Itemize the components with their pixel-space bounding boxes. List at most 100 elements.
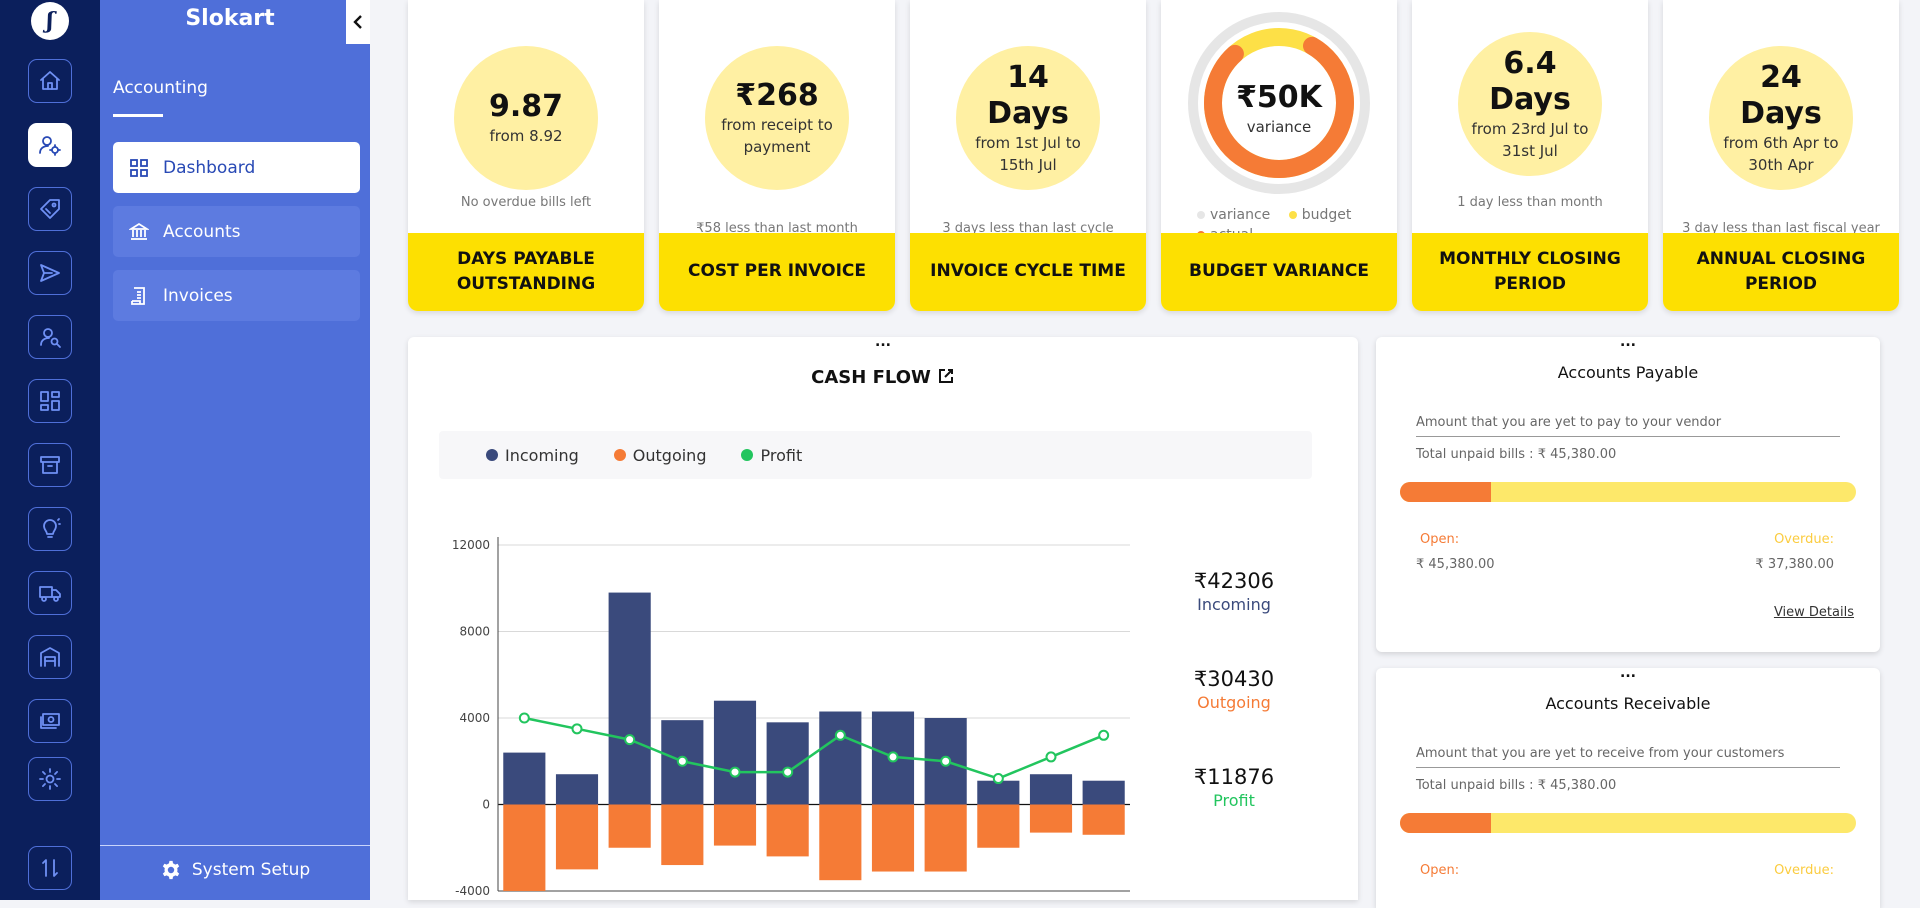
total-label: Profit	[1213, 791, 1255, 810]
kpi-value: 6.4 Days	[1489, 45, 1571, 117]
profit-point	[940, 755, 952, 767]
send-icon[interactable]	[28, 251, 72, 295]
panel-description: Amount that you are yet to receive from …	[1416, 746, 1840, 768]
kpi-subtext: from 1st Jul to 15th Jul	[975, 133, 1081, 175]
profit-point	[624, 734, 636, 746]
view-details-link[interactable]: View Details	[1774, 605, 1854, 620]
kpi-note: No overdue bills left	[460, 195, 592, 210]
chevron-left-icon	[353, 15, 362, 29]
open-value: ₹ 45,380.00	[1416, 557, 1495, 572]
overdue-label: Overdue:	[1774, 863, 1834, 878]
overdue-label: Overdue:	[1774, 532, 1834, 547]
sidebar-item-dashboard[interactable]: Dashboard	[113, 142, 360, 193]
kpi-title: ANNUAL CLOSING PERIOD	[1663, 233, 1899, 311]
kpi-title: INVOICE CYCLE TIME	[910, 233, 1146, 311]
kpi-title: MONTHLY CLOSING PERIOD	[1412, 233, 1648, 311]
system-setup-label: System Setup	[191, 860, 311, 880]
profit-point	[1045, 751, 1057, 763]
total-value: ₹11876	[1193, 765, 1275, 789]
open-label: Open:	[1420, 532, 1460, 547]
bar-incoming	[713, 700, 757, 805]
bar-incoming	[977, 780, 1020, 805]
bar-outgoing	[1029, 804, 1073, 833]
bank-icon	[129, 222, 149, 240]
total-value: ₹30430	[1193, 667, 1275, 691]
bar-incoming	[503, 752, 546, 805]
kpi-subtext: from 6th Apr to 30th Apr	[1723, 133, 1839, 175]
bar-outgoing	[977, 804, 1020, 848]
bar-incoming	[819, 711, 862, 805]
kpi-card-annual-closing[interactable]: 24 Days from 6th Apr to 30th Apr 3 day l…	[1663, 0, 1899, 311]
kpi-circle: ₹268 from receipt to payment	[705, 46, 849, 190]
user-settings-icon[interactable]	[28, 123, 72, 167]
kpi-card-days-payable[interactable]: 9.87 from 8.92 No overdue bills left DAY…	[408, 0, 644, 311]
system-setup-button[interactable]: System Setup	[100, 855, 370, 885]
drag-handle[interactable]: ...	[1376, 335, 1880, 349]
overdue-value: ₹ 37,380.00	[1755, 557, 1834, 572]
app-title: Slokart	[185, 6, 275, 31]
sidebar-item-invoices[interactable]: Invoices	[113, 270, 360, 321]
dashboard-grid-icon[interactable]	[28, 379, 72, 423]
kpi-value: ₹50K	[1236, 80, 1322, 115]
profit-point	[992, 773, 1004, 785]
cash-flow-chart: -400004000800012000JanFebMarAprMayJuneJu…	[452, 537, 1130, 897]
gear-icon[interactable]	[28, 757, 72, 801]
profit-point	[518, 712, 530, 724]
section-underline	[113, 114, 163, 117]
bar-outgoing	[555, 804, 599, 870]
sidebar-item-label: Dashboard	[163, 157, 256, 178]
open-label: Open:	[1420, 863, 1460, 878]
transfer-arrows-icon[interactable]	[28, 846, 72, 890]
drag-handle[interactable]: ...	[1376, 666, 1880, 680]
kpi-circle: 14 Days from 1st Jul to 15th Jul	[956, 46, 1100, 190]
kpi-value: ₹268	[735, 77, 819, 113]
legend-item-outgoing[interactable]: Outgoing	[613, 446, 706, 465]
lightbulb-icon[interactable]	[28, 507, 72, 551]
kpi-card-budget-variance[interactable]: ₹50K variance variance budget actual BUD…	[1161, 0, 1397, 311]
sidebar: Slokart Accounting Dashboard Accounts In…	[100, 0, 370, 900]
kpi-subtext: from receipt to payment	[721, 115, 833, 157]
total-label: Outgoing	[1197, 693, 1271, 712]
kpi-subtext: from 8.92	[489, 126, 563, 145]
bar-outgoing	[924, 804, 967, 872]
external-link-icon[interactable]	[937, 367, 955, 385]
collapse-sidebar-button[interactable]	[346, 0, 370, 44]
sidebar-divider	[100, 845, 370, 846]
home-icon[interactable]	[28, 59, 72, 103]
legend-item-profit[interactable]: Profit	[741, 446, 802, 465]
user-search-icon[interactable]	[28, 315, 72, 359]
bar-outgoing	[819, 804, 862, 881]
bar-outgoing	[503, 804, 546, 891]
sidebar-item-accounts[interactable]: Accounts	[113, 206, 360, 257]
chart-legend: Incoming Outgoing Profit	[439, 431, 1312, 479]
tag-icon[interactable]	[28, 187, 72, 231]
icon-rail: ʃ	[0, 0, 100, 900]
logo-icon[interactable]: ʃ	[31, 2, 69, 40]
profit-point	[571, 723, 583, 735]
kpi-card-monthly-closing[interactable]: 6.4 Days from 23rd Jul to 31st Jul 1 day…	[1412, 0, 1648, 311]
legend-item-incoming[interactable]: Incoming	[486, 446, 579, 465]
sidebar-item-label: Accounts	[163, 221, 241, 242]
panel-total: Total unpaid bills : ₹ 45,380.00	[1416, 447, 1617, 462]
gear-icon	[162, 860, 180, 880]
unpaid-progress-bar	[1400, 813, 1856, 833]
y-tick-label: 8000	[459, 625, 490, 639]
bar-outgoing	[1082, 804, 1125, 835]
warehouse-icon[interactable]	[28, 635, 72, 679]
invoice-icon	[131, 286, 145, 305]
bar-outgoing	[661, 804, 704, 866]
bar-outgoing	[608, 804, 651, 848]
cash-flow-title: CASH FLOW	[408, 367, 1358, 388]
drag-handle[interactable]: ...	[408, 335, 1358, 349]
profit-point	[1098, 729, 1110, 741]
kpi-card-invoice-cycle-time[interactable]: 14 Days from 1st Jul to 15th Jul 3 days …	[910, 0, 1146, 311]
bar-outgoing	[713, 804, 757, 846]
truck-icon[interactable]	[28, 571, 72, 615]
profit-point	[834, 729, 846, 741]
kpi-card-cost-per-invoice[interactable]: ₹268 from receipt to payment ₹58 less th…	[659, 0, 895, 311]
section-label: Accounting	[113, 78, 208, 98]
total-value: ₹42306	[1193, 569, 1275, 593]
kpi-value: 14 Days	[987, 59, 1069, 131]
monitor-money-icon[interactable]	[28, 699, 72, 743]
archive-icon[interactable]	[28, 443, 72, 487]
